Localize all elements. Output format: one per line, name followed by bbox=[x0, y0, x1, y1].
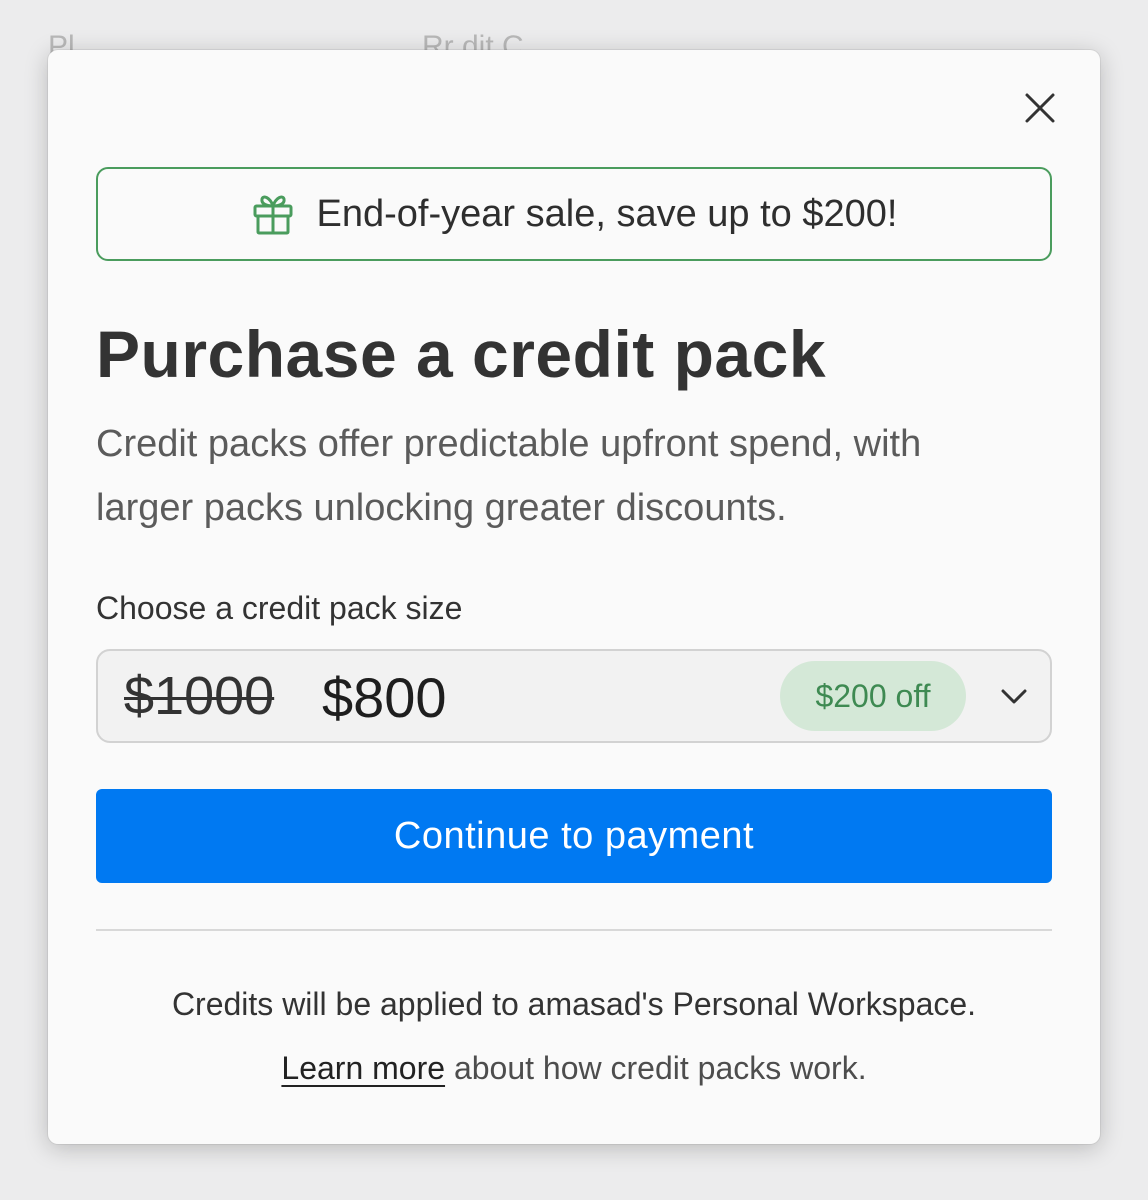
learn-more-suffix: about how credit packs work. bbox=[445, 1050, 867, 1086]
sale-price: $800 bbox=[322, 666, 447, 729]
original-price: $1000 bbox=[124, 666, 275, 726]
close-icon[interactable] bbox=[1022, 90, 1058, 126]
purchase-credit-pack-modal: End-of-year sale, save up to $200! Purch… bbox=[48, 50, 1100, 1144]
modal-title: Purchase a credit pack bbox=[96, 317, 827, 391]
gift-icon bbox=[253, 195, 293, 235]
sale-banner: End-of-year sale, save up to $200! bbox=[96, 167, 1052, 261]
credit-pack-size-select[interactable]: $1000 $800 $200 off bbox=[96, 649, 1052, 743]
chevron-down-icon[interactable] bbox=[998, 680, 1030, 712]
pack-size-label: Choose a credit pack size bbox=[96, 590, 463, 626]
modal-description: Credit packs offer predictable upfront s… bbox=[96, 423, 922, 529]
close-button[interactable] bbox=[1022, 90, 1058, 126]
discount-badge: $200 off bbox=[780, 661, 966, 731]
learn-more-line: Learn more about how credit packs work. bbox=[48, 1050, 1100, 1087]
sale-banner-text: End-of-year sale, save up to $200! bbox=[316, 192, 898, 235]
learn-more-link[interactable]: Learn more bbox=[281, 1050, 445, 1086]
divider bbox=[96, 929, 1052, 931]
continue-to-payment-button[interactable]: Continue to payment bbox=[96, 789, 1052, 883]
workspace-note: Credits will be applied to amasad's Pers… bbox=[171, 986, 977, 1022]
